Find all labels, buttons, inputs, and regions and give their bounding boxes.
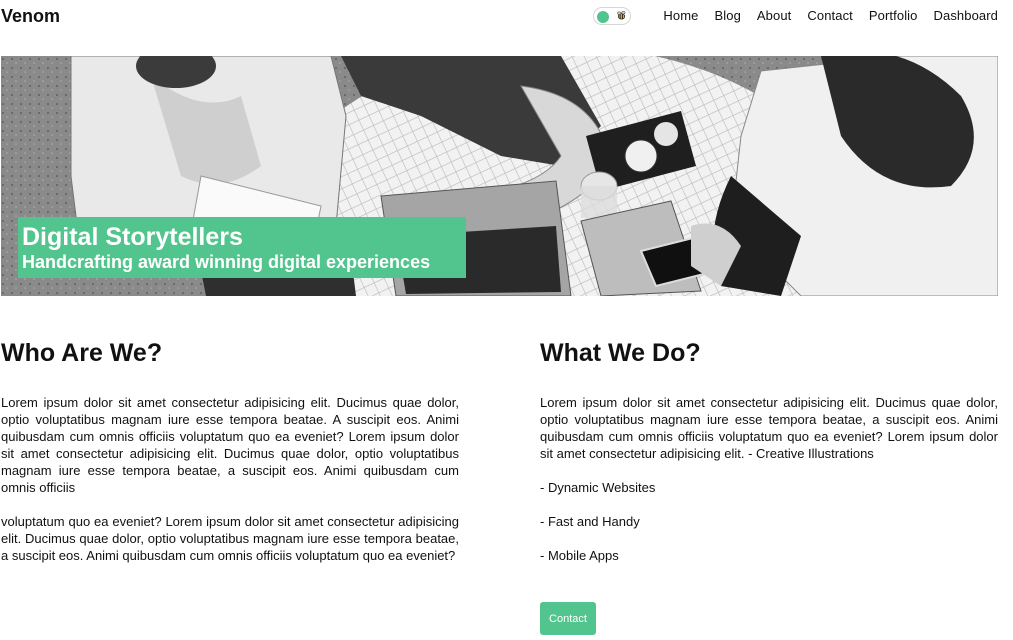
nav-menu: Home Blog About Contact Portfolio Dashbo… [663,8,998,23]
service-item-mobile-apps: - Mobile Apps [540,548,619,563]
service-item-dynamic-websites: - Dynamic Websites [540,480,656,495]
about-paragraph-1: Lorem ipsum dolor sit amet consectetur a… [1,395,459,495]
services-section: What We Do? Lorem ipsum dolor sit amet c… [540,338,998,564]
nav-link-blog[interactable]: Blog [714,8,740,23]
nav-link-home[interactable]: Home [663,8,698,23]
nav-link-dashboard[interactable]: Dashboard [934,8,999,23]
nav-link-portfolio[interactable]: Portfolio [869,8,918,23]
services-paragraph: Lorem ipsum dolor sit amet consectetur a… [540,395,998,461]
theme-toggle[interactable] [593,7,631,25]
hero-caption: Digital Storytellers Handcrafting award … [18,217,466,278]
hero-banner: Digital Storytellers Handcrafting award … [1,56,998,296]
nav-link-contact[interactable]: Contact [807,8,853,23]
nav-link-about[interactable]: About [757,8,791,23]
contact-button[interactable]: Contact [540,602,596,635]
brand-logo[interactable]: Venom [1,6,60,27]
about-heading: Who Are We? [1,339,163,367]
about-paragraph-2: voluptatum quo ea eveniet? Lorem ipsum d… [1,514,459,563]
navbar: Venom Home Blog About Contact Portfolio … [0,0,1013,34]
services-heading: What We Do? [540,339,701,367]
toggle-knob [597,10,609,23]
bee-icon [617,11,626,20]
service-item-fast-and-handy: - Fast and Handy [540,514,640,529]
hero-title: Digital Storytellers [22,223,243,251]
about-section: Who Are We? Lorem ipsum dolor sit amet c… [1,338,459,564]
hero-subtitle: Handcrafting award winning digital exper… [22,252,431,272]
